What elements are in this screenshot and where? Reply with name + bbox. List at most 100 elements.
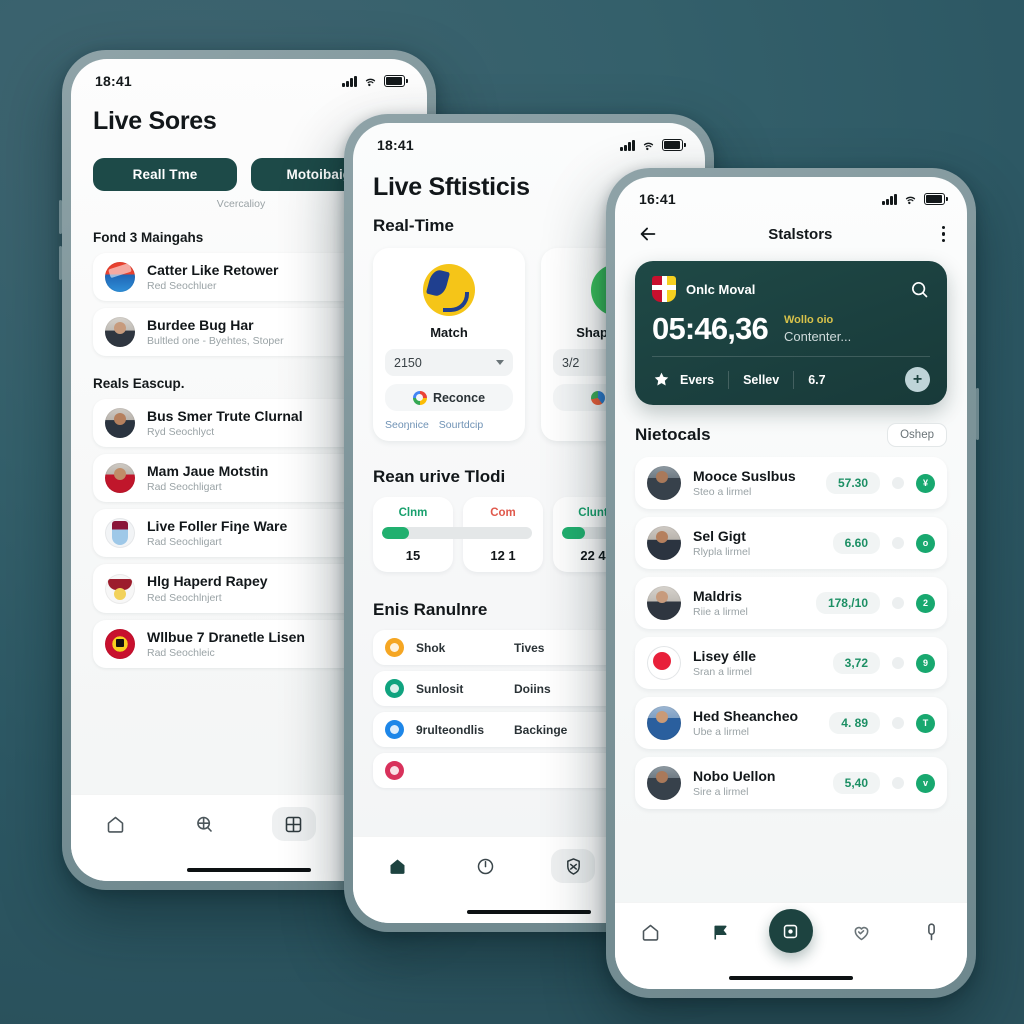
nav-home[interactable] [375,849,419,883]
battery-icon [662,139,686,151]
wifi-icon [365,78,376,87]
tab-real-time[interactable]: Reall Tme [93,158,237,191]
card-select[interactable]: 2150 [385,349,513,376]
chevron-down-icon [496,360,504,365]
list-item-title: Burdee Bug Har [147,317,254,334]
player-name: Hed Sheancheo [693,707,799,724]
status-time: 16:41 [639,191,676,207]
stat-label: Sellev [743,372,780,387]
search-icon[interactable] [909,279,930,300]
nav-home[interactable] [94,807,138,841]
heart-icon [854,926,869,940]
card-link[interactable]: Seoŋnice [385,419,429,431]
event-name: Shok [416,640,446,655]
stat-progress-bar [382,527,532,539]
kebab-menu-icon[interactable] [941,225,945,243]
placeholder-dot-icon [892,717,904,729]
list-item-title: Live Foller Fiŋe Ware [147,518,288,535]
avatar [105,317,135,348]
home-indicator [467,909,591,914]
volume-down-button[interactable] [59,246,62,280]
player-row[interactable]: Mooce Suslbus Steo a lirmel 57.30 ¥ [635,457,947,509]
phone3-body: Stalstors Onlc Moval 05:46,36 Wollo oio … [615,209,967,989]
stat-seller[interactable]: Sellev [729,373,793,387]
player-row[interactable]: Nobo Uellon Sire a lirmel 5,40 v [635,757,947,809]
status-badge: v [916,773,935,793]
team-name: Onlc Moval [686,281,756,297]
stat-value: 12 1 [490,548,516,563]
nav-home[interactable] [628,915,672,949]
status-time: 18:41 [95,73,132,89]
home-icon [390,859,404,874]
nav-flag[interactable] [699,915,743,949]
stat-rating[interactable]: 6.7 [794,373,839,387]
add-button[interactable]: + [905,367,930,392]
stat-events[interactable]: Evers [652,370,728,389]
nav-shield[interactable] [551,849,595,883]
status-icons [342,75,408,87]
stat-key: Com [490,507,516,519]
stat-tile[interactable]: Clnm 15 [373,497,532,572]
player-subtitle: Riie a lirmel [693,606,748,619]
grid-dashboard-icon [285,816,302,832]
card-stats-row: Evers Sellev 6.7 + [652,367,930,392]
wifi-icon [643,142,654,151]
nav-favorites[interactable] [839,915,883,949]
event-type: Tives [514,640,545,655]
section-title: Reals Eascup. [93,376,185,392]
player-score: 178,/10 [815,592,880,614]
status-icons [620,139,686,151]
event-type: Backinge [514,722,568,737]
phone3-screen: 16:41 Stalstors Onlc Moval 05:46,36 Woll… [615,177,967,989]
divider [652,356,930,357]
stat-label: 6.7 [808,372,826,387]
event-name: 9rulteondlis [416,722,485,737]
list-item-title: Mam Jaue Motstin [147,463,269,480]
battery-icon [384,75,408,87]
player-score: 4. 89 [829,712,880,734]
avatar [647,586,681,620]
power-button[interactable] [976,388,979,440]
avatar [647,706,681,740]
status-badge: 9 [916,653,935,673]
score-label-top: Wollo oio [783,313,834,326]
soccer-ball-icon [423,264,475,316]
signal-bars-icon [882,193,897,205]
home-icon [107,816,124,833]
player-row[interactable]: Sel Gigt Rlypla lirmel 6.60 o [635,517,947,569]
phone-mockup-stats-detail: 16:41 Stalstors Onlc Moval 05:46,36 Woll… [606,168,979,998]
card-action-button[interactable]: Reconce [385,384,513,411]
player-row[interactable]: Lisey élle Sran a lirmel 3,72 9 [635,637,947,689]
status-time: 18:41 [377,137,414,153]
nav-dashboard[interactable] [271,807,316,841]
stat-label: Evers [680,372,715,387]
stat-card-match[interactable]: Match 2150 Reconce Seoŋnice Sourtdcip [373,248,525,441]
card-links: Seoŋnice Sourtdcip [385,419,513,431]
player-row[interactable]: Maldris Riie a lirmel 178,/10 2 [635,577,947,629]
card-link[interactable]: Sourtdcip [439,419,483,431]
list-item-title: Buѕ Smer Trute Clurnal [147,408,303,425]
team-crest-icon [105,518,135,549]
microphone-icon [928,922,936,940]
nav-microphone[interactable] [910,915,954,949]
nav-search[interactable] [183,807,227,841]
card-label: Match [430,325,468,340]
status-badge: T [916,713,935,733]
wifi-icon [905,196,916,205]
nav-clock[interactable] [463,849,507,883]
app-bar: Stalstors [615,209,967,245]
battery-icon [924,193,948,205]
list-action-button[interactable]: Oshep [887,423,947,447]
composition-stage: 18:41 Live Sores Reall Tme Motoibaigo Vc… [0,0,1024,1024]
match-summary-card[interactable]: Onlc Moval 05:46,36 Wollo oio Contenter.… [635,261,947,405]
team-block: Onlc Moval [652,276,755,302]
player-row[interactable]: Hed Sheancheo Ube a lirmel 4. 89 T [635,697,947,749]
event-type: Doiins [514,681,551,696]
player-name: Lisey élle [693,647,757,664]
volume-up-button[interactable] [59,200,62,234]
score-label-bottom: Contenter... [783,328,852,344]
nav-fab-button[interactable] [768,909,813,953]
back-arrow-icon[interactable] [637,223,659,245]
card-header: Onlc Moval [652,276,930,302]
google-g-icon [412,390,427,405]
